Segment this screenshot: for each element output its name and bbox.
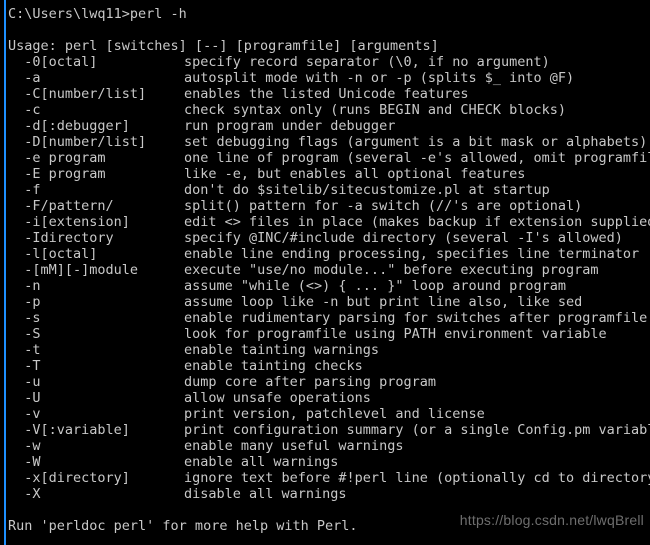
- switch-row: -e program one line of program (several -…: [0, 150, 650, 166]
- switch-row: -v print version, patchlevel and license: [0, 406, 650, 422]
- switch-description: enable rudimentary parsing for switches …: [184, 310, 648, 326]
- switch-row: -0[octal] specify record separator (\0, i…: [0, 54, 650, 70]
- blank-line-1: [0, 22, 650, 38]
- switch-description: look for programfile using PATH environm…: [184, 326, 607, 342]
- watermark-text: https://blog.csdn.net/lwqBrell: [459, 512, 644, 528]
- switch-name: -p: [8, 294, 41, 310]
- switch-name: -l[octal]: [8, 246, 98, 262]
- switch-row: -C[number/list] enables the listed Unicod…: [0, 86, 650, 102]
- switch-name: -F/pattern/: [8, 198, 114, 214]
- switch-description: execute "use/no module..." before execut…: [184, 262, 599, 278]
- switch-name: -T: [8, 358, 41, 374]
- switch-name: -t: [8, 342, 41, 358]
- switch-description: enables the listed Unicode features: [184, 86, 469, 102]
- switch-row: -x[directory] ignore text before #!perl l…: [0, 470, 650, 486]
- switch-name: -Idirectory: [8, 230, 114, 246]
- terminal-window[interactable]: C:\Users\lwq11>perl -h Usage: perl [swit…: [0, 0, 650, 545]
- switch-name: -U: [8, 390, 41, 406]
- switch-row: -f don't do $sitelib/sitecustomize.pl at …: [0, 182, 650, 198]
- switch-row: -n assume "while (<>) { ... }" loop aroun…: [0, 278, 650, 294]
- switch-description: disable all warnings: [184, 486, 347, 502]
- switch-row: -W enable all warnings: [0, 454, 650, 470]
- switch-name: -n: [8, 278, 41, 294]
- switch-row: -D[number/list] set debugging flags (argu…: [0, 134, 650, 150]
- switch-name: -v: [8, 406, 41, 422]
- switch-name: -i[extension]: [8, 214, 130, 230]
- switch-description: enable tainting checks: [184, 358, 363, 374]
- switch-name: -0[octal]: [8, 54, 98, 70]
- switch-name: -[mM][-]module: [8, 262, 139, 278]
- switch-name: -e program: [8, 150, 106, 166]
- switch-row: -[mM][-]module execute "use/no module..."…: [0, 262, 650, 278]
- prompt-line: C:\Users\lwq11>perl -h: [8, 6, 187, 22]
- switch-description: autosplit mode with -n or -p (splits $_ …: [184, 70, 575, 86]
- switch-description: specify @INC/#include directory (several…: [184, 230, 623, 246]
- switch-name: -w: [8, 438, 41, 454]
- switch-description: like -e, but enables all optional featur…: [184, 166, 526, 182]
- switch-description: check syntax only (runs BEGIN and CHECK …: [184, 102, 567, 118]
- switch-name: -f: [8, 182, 41, 198]
- switch-description: enable line ending processing, specifies…: [184, 246, 640, 262]
- switch-name: -S: [8, 326, 41, 342]
- switch-name: -D[number/list]: [8, 134, 147, 150]
- switch-row: -w enable many useful warnings: [0, 438, 650, 454]
- switch-row: -S look for programfile using PATH enviro…: [0, 326, 650, 342]
- switch-description: specify record separator (\0, if no argu…: [184, 54, 550, 70]
- switch-name: -C[number/list]: [8, 86, 147, 102]
- switch-description: print configuration summary (or a single…: [184, 422, 650, 438]
- switch-name: -d[:debugger]: [8, 118, 130, 134]
- switch-description: one line of program (several -e's allowe…: [184, 150, 650, 166]
- switch-description: assume "while (<>) { ... }" loop around …: [184, 278, 567, 294]
- switch-row: -X disable all warnings: [0, 486, 650, 502]
- switch-row: -E program like -e, but enables all optio…: [0, 166, 650, 182]
- switch-name: -W: [8, 454, 41, 470]
- switch-name: -c: [8, 102, 41, 118]
- switch-row: -l[octal] enable line ending processing, …: [0, 246, 650, 262]
- switch-name: -V[:variable]: [8, 422, 130, 438]
- usage-line: Usage: perl [switches] [--] [programfile…: [8, 38, 439, 54]
- switch-description: run program under debugger: [184, 118, 396, 134]
- switch-row: -c check syntax only (runs BEGIN and CHEC…: [0, 102, 650, 118]
- switch-row: -t enable tainting warnings: [0, 342, 650, 358]
- switch-row: -V[:variable] print configuration summary…: [0, 422, 650, 438]
- switch-description: print version, patchlevel and license: [184, 406, 485, 422]
- switch-description: don't do $sitelib/sitecustomize.pl at st…: [184, 182, 550, 198]
- terminal-screen[interactable]: C:\Users\lwq11>perl -h Usage: perl [swit…: [0, 0, 650, 534]
- switch-description: ignore text before #!perl line (optional…: [184, 470, 650, 486]
- switch-description: split() pattern for -a switch (//'s are …: [184, 198, 583, 214]
- switch-name: -E program: [8, 166, 106, 182]
- switch-description: dump core after parsing program: [184, 374, 436, 390]
- switch-row: -s enable rudimentary parsing for switche…: [0, 310, 650, 326]
- switch-name: -a: [8, 70, 41, 86]
- switch-description: allow unsafe operations: [184, 390, 371, 406]
- switch-description: enable tainting warnings: [184, 342, 380, 358]
- switch-description: edit <> files in place (makes backup if …: [184, 214, 650, 230]
- switch-row: -d[:debugger] run program under debugger: [0, 118, 650, 134]
- switch-name: -X: [8, 486, 41, 502]
- switch-row: -F/pattern/split() pattern for -a switch…: [0, 198, 650, 214]
- switch-row: -p assume loop like -n but print line als…: [0, 294, 650, 310]
- switch-row: -u dump core after parsing program: [0, 374, 650, 390]
- switch-row: -Idirectory specify @INC/#include directo…: [0, 230, 650, 246]
- switch-description: enable all warnings: [184, 454, 339, 470]
- switch-name: -u: [8, 374, 41, 390]
- switch-description: enable many useful warnings: [184, 438, 404, 454]
- switch-description: set debugging flags (argument is a bit m…: [184, 134, 648, 150]
- switch-list: -0[octal] specify record separator (\0, i…: [0, 54, 650, 502]
- switch-name: -s: [8, 310, 41, 326]
- switch-description: assume loop like -n but print line also,…: [184, 294, 583, 310]
- switch-row: -a autosplit mode with -n or -p (splits $…: [0, 70, 650, 86]
- switch-row: -U allow unsafe operations: [0, 390, 650, 406]
- switch-row: -T enable tainting checks: [0, 358, 650, 374]
- switch-name: -x[directory]: [8, 470, 130, 486]
- switch-row: -i[extension] edit <> files in place (mak…: [0, 214, 650, 230]
